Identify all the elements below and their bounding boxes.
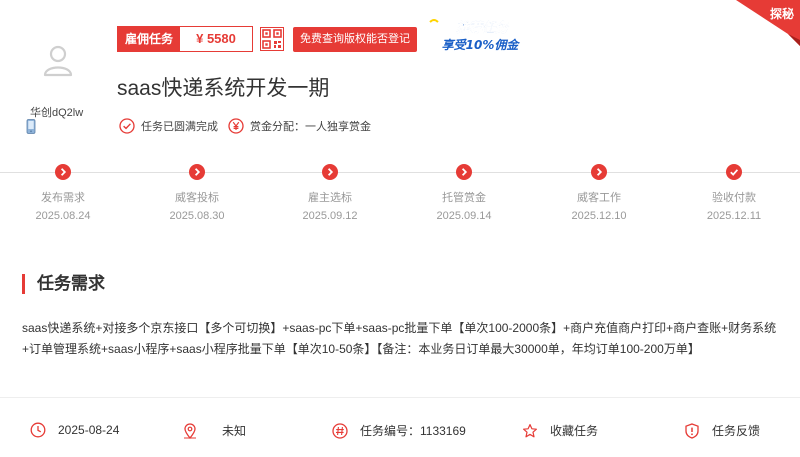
timeline-step-date: 2025.08.24 bbox=[35, 210, 91, 222]
corner-badge[interactable]: 探秘 bbox=[728, 0, 800, 46]
reward-split-text: 赏金分配：一人独享赏金 bbox=[250, 121, 371, 133]
timeline-step: 雇主选标 2025.09.12 bbox=[280, 164, 380, 222]
promo-line1: 推荐任务 bbox=[456, 20, 510, 36]
timeline-step-dot bbox=[322, 164, 338, 180]
promo-line2: 享受10%佣金 bbox=[442, 38, 521, 52]
timeline-step-date: 2025.12.10 bbox=[571, 210, 627, 222]
favorite-task-button[interactable]: 收藏任务 bbox=[522, 422, 598, 439]
task-footer: 2025-08-24 未知 任务编号：1133169 收藏任务 任务反馈 bbox=[0, 397, 800, 457]
timeline-step: 发布需求 2025.08.24 bbox=[13, 164, 113, 222]
promo-commission-badge[interactable]: 推荐任务 享受10%佣金 bbox=[428, 16, 532, 54]
chevron-right-icon bbox=[60, 168, 67, 176]
username[interactable]: 华创dQ2lw bbox=[30, 104, 83, 120]
reward-split: 赏金分配：一人独享赏金 bbox=[228, 118, 371, 134]
chevron-right-icon bbox=[327, 168, 334, 176]
check-icon bbox=[730, 169, 739, 176]
shield-alert-icon bbox=[685, 422, 699, 439]
timeline-step-name: 雇主选标 bbox=[308, 192, 352, 204]
task-meta: 任务已圆满完成 赏金分配：一人独享赏金 bbox=[119, 118, 381, 134]
section-title: 任务需求 bbox=[22, 274, 105, 294]
task-number: 任务编号：1133169 bbox=[332, 422, 466, 439]
favorite-task-label: 收藏任务 bbox=[550, 424, 599, 438]
reward-tag: 雇佣任务 ¥ 5580 bbox=[117, 26, 253, 52]
user-avatar-block[interactable] bbox=[20, 40, 96, 85]
timeline-step-name: 威客投标 bbox=[175, 192, 219, 204]
timeline-step-name: 威客工作 bbox=[577, 192, 621, 204]
task-badge-row: 雇佣任务 ¥ 5580 免费查询版权能否登记 bbox=[117, 26, 417, 52]
timeline-step: 托管赏金 2025.09.14 bbox=[414, 164, 514, 222]
task-title: saas快递系统开发一期 bbox=[117, 77, 330, 100]
qr-code-icon[interactable] bbox=[260, 27, 284, 51]
timeline-step: 验收付款 2025.12.11 bbox=[684, 164, 784, 222]
chevron-right-icon bbox=[461, 168, 468, 176]
location-text: 未知 bbox=[222, 424, 247, 438]
timeline-step-dot bbox=[456, 164, 472, 180]
free-copyright-check-button[interactable]: 免费查询版权能否登记 bbox=[293, 26, 417, 52]
timeline-step-date: 2025.09.14 bbox=[436, 210, 492, 222]
timeline-line bbox=[0, 172, 800, 173]
timeline-step-name: 发布需求 bbox=[41, 192, 85, 204]
timeline-step: 威客工作 2025.12.10 bbox=[549, 164, 649, 222]
location: 未知 bbox=[182, 422, 246, 439]
chevron-right-icon bbox=[596, 168, 603, 176]
timeline-step-name: 托管赏金 bbox=[442, 192, 486, 204]
mobile-phone-icon bbox=[26, 119, 36, 134]
star-icon bbox=[523, 423, 537, 437]
section-divider bbox=[0, 236, 800, 244]
task-status-text: 任务已圆满完成 bbox=[141, 121, 218, 133]
timeline-step-dot bbox=[591, 164, 607, 180]
task-description: saas快递系统+对接多个京东接口【多个可切换】+saas-pc下单+saas-… bbox=[22, 321, 777, 356]
timeline-step-date: 2025.08.30 bbox=[169, 210, 225, 222]
clock-icon bbox=[30, 422, 46, 438]
task-feedback-button[interactable]: 任务反馈 bbox=[684, 422, 760, 439]
corner-badge-text: 探秘 bbox=[770, 6, 794, 21]
timeline-step-name: 验收付款 bbox=[712, 192, 756, 204]
timeline-step-dot bbox=[189, 164, 205, 180]
task-feedback-label: 任务反馈 bbox=[712, 424, 761, 438]
check-circle-icon bbox=[119, 118, 135, 134]
reward-amount: ¥ 5580 bbox=[180, 27, 252, 51]
timeline-step-dot bbox=[55, 164, 71, 180]
user-icon bbox=[43, 45, 73, 77]
yen-circle-icon bbox=[228, 118, 244, 134]
timeline-step-dot bbox=[726, 164, 742, 180]
timeline-step-date: 2025.12.11 bbox=[706, 210, 762, 222]
timeline-step-date: 2025.09.12 bbox=[302, 210, 358, 222]
task-number-text: 任务编号：1133169 bbox=[360, 424, 466, 438]
hash-icon bbox=[332, 422, 348, 439]
chevron-right-icon bbox=[194, 168, 201, 176]
reward-type-label: 雇佣任务 bbox=[118, 27, 180, 51]
publish-date: 2025-08-24 bbox=[30, 422, 119, 438]
task-progress-timeline: 发布需求 2025.08.24 威客投标 2025.08.30 雇主选标 2025.09.… bbox=[0, 164, 800, 226]
task-status: 任务已圆满完成 bbox=[119, 118, 218, 134]
publish-date-text: 2025-08-24 bbox=[58, 423, 120, 437]
location-pin-icon bbox=[184, 422, 196, 439]
timeline-step: 威客投标 2025.08.30 bbox=[147, 164, 247, 222]
